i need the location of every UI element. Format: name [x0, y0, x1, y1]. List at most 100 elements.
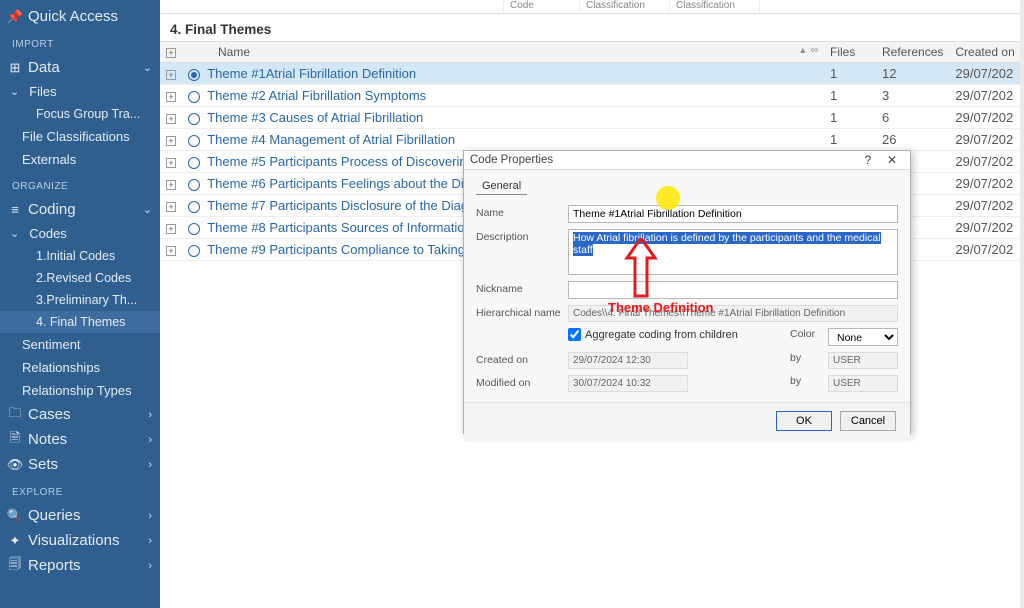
expand-icon[interactable]: + [166, 158, 176, 168]
chevron-right-icon: › [148, 560, 152, 572]
dialog-titlebar[interactable]: Code Properties ? ✕ [464, 151, 910, 170]
row-files: 1 [824, 63, 876, 85]
sets-icon: 👁 [8, 458, 22, 472]
viz-icon: ✦ [8, 534, 22, 548]
queries-group[interactable]: 🔍 Queries › [0, 503, 160, 528]
row-date: 29/07/202 [949, 239, 1024, 261]
row-name: Theme #8 Participants Sources of Informa… [207, 220, 497, 235]
chevron-down-icon: ⌄ [10, 227, 19, 240]
codes-item[interactable]: ⌄ Codes [0, 222, 160, 245]
created-value: 29/07/2024 12:30 [568, 352, 688, 369]
hierarchical-label: Hierarchical name [476, 305, 568, 319]
organize-heading: ORGANIZE [0, 171, 160, 197]
code-icon [188, 135, 200, 147]
expand-icon[interactable]: + [166, 114, 176, 124]
col-created[interactable]: Created on [949, 42, 1024, 63]
preliminary-item[interactable]: 3.Preliminary Th... [0, 289, 160, 311]
expand-icon[interactable]: + [166, 224, 176, 234]
modified-by-value: USER [828, 375, 898, 392]
aggregate-checkbox-input[interactable] [568, 328, 581, 341]
cases-icon: 🗀 [8, 408, 22, 422]
color-select[interactable]: None [828, 328, 898, 346]
scrollbar[interactable] [1020, 0, 1024, 608]
sentiment-item[interactable]: Sentiment [0, 333, 160, 356]
row-date: 29/07/202 [949, 217, 1024, 239]
table-row[interactable]: + Theme #4 Management of Atrial Fibrilla… [160, 129, 1024, 151]
visualizations-group[interactable]: ✦ Visualizations › [0, 528, 160, 553]
color-label: Color [790, 328, 828, 340]
chevron-down-icon: ⌄ [143, 203, 152, 216]
nickname-input[interactable] [568, 281, 898, 299]
row-name: Theme #6 Participants Feelings about the… [207, 176, 502, 191]
created-by-label: by [790, 352, 828, 364]
cases-group[interactable]: 🗀 Cases › [0, 402, 160, 427]
table-row[interactable]: + Theme #1Atrial Fibrillation Definition… [160, 63, 1024, 85]
row-date: 29/07/202 [949, 85, 1024, 107]
reports-group[interactable]: 🗐 Reports › [0, 553, 160, 578]
chevron-right-icon: › [148, 434, 152, 446]
files-item[interactable]: ⌄ Files [0, 80, 160, 103]
col-name[interactable]: Name ▴ ∞ [182, 42, 824, 63]
expand-icon[interactable]: + [166, 202, 176, 212]
row-files: 1 [824, 107, 876, 129]
notes-group[interactable]: 🗎 Notes › [0, 427, 160, 452]
focus-group-item[interactable]: Focus Group Tra... [0, 103, 160, 125]
cancel-button[interactable]: Cancel [840, 411, 896, 431]
row-name: Theme #4 Management of Atrial Fibrillati… [207, 132, 455, 147]
nickname-label: Nickname [476, 281, 568, 295]
final-themes-item[interactable]: 4. Final Themes [0, 311, 160, 333]
hierarchical-value: Codes\\4. Final Themes\\Theme #1Atrial F… [568, 305, 898, 322]
sets-group[interactable]: 👁 Sets › [0, 452, 160, 477]
expand-icon[interactable]: + [166, 136, 176, 146]
row-date: 29/07/202 [949, 195, 1024, 217]
code-icon [188, 69, 200, 81]
expand-icon[interactable]: + [166, 92, 176, 102]
coding-group[interactable]: ≡ Coding ⌄ [0, 197, 160, 222]
initial-codes-item[interactable]: 1.Initial Codes [0, 245, 160, 267]
notes-icon: 🗎 [8, 433, 22, 447]
table-row[interactable]: + Theme #2 Atrial Fibrillation Symptoms1… [160, 85, 1024, 107]
table-row[interactable]: + Theme #3 Causes of Atrial Fibrillation… [160, 107, 1024, 129]
name-input[interactable] [568, 205, 898, 223]
codes-label: Codes [29, 226, 67, 241]
row-files: 1 [824, 129, 876, 151]
reports-label: Reports [28, 557, 81, 574]
relationships-item[interactable]: Relationships [0, 356, 160, 379]
notes-label: Notes [28, 431, 67, 448]
aggregate-checkbox[interactable]: Aggregate coding from children [568, 328, 790, 341]
pin-icon: 📌 [8, 10, 22, 24]
row-name: Theme #3 Causes of Atrial Fibrillation [207, 110, 423, 125]
data-label: Data [28, 59, 60, 76]
expand-all-icon[interactable]: + [166, 48, 176, 58]
tab-general[interactable]: General [476, 178, 527, 195]
quick-access[interactable]: 📌 Quick Access [0, 4, 160, 29]
chevron-right-icon: › [148, 535, 152, 547]
row-name: Theme #9 Participants Compliance to Taki… [207, 242, 497, 257]
expand-icon[interactable]: + [166, 70, 176, 80]
col-refs[interactable]: References [876, 42, 949, 63]
externals-item[interactable]: Externals [0, 148, 160, 171]
ok-button[interactable]: OK [776, 411, 832, 431]
expand-icon[interactable]: + [166, 246, 176, 256]
search-icon: 🔍 [8, 509, 22, 523]
file-classifications-item[interactable]: File Classifications [0, 125, 160, 148]
help-button[interactable]: ? [856, 151, 880, 169]
description-input[interactable]: How Atrial fibrillation is defined by th… [568, 229, 898, 275]
code-icon [188, 157, 200, 169]
row-refs: 6 [876, 107, 949, 129]
expand-icon[interactable]: + [166, 180, 176, 190]
data-group[interactable]: ⊞ Data ⌄ [0, 55, 160, 80]
col-files[interactable]: Files [824, 42, 876, 63]
row-name: Theme #2 Atrial Fibrillation Symptoms [207, 88, 426, 103]
relationship-types-item[interactable]: Relationship Types [0, 379, 160, 402]
row-date: 29/07/202 [949, 173, 1024, 195]
code-icon [188, 223, 200, 235]
cases-label: Cases [28, 406, 71, 423]
viz-label: Visualizations [28, 532, 119, 549]
strip-cls1: Classification [580, 0, 670, 13]
close-button[interactable]: ✕ [880, 151, 904, 169]
data-icon: ⊞ [8, 61, 22, 75]
revised-codes-item[interactable]: 2.Revised Codes [0, 267, 160, 289]
row-date: 29/07/202 [949, 151, 1024, 173]
sets-label: Sets [28, 456, 58, 473]
